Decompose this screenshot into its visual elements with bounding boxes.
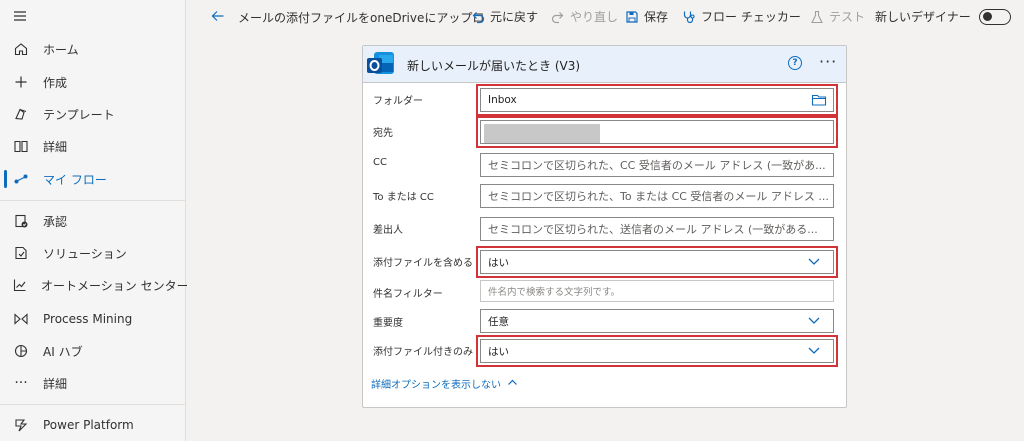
nav-label: 詳細 (43, 376, 68, 391)
nav-label: Power Platform (43, 418, 134, 432)
nav-item-solutions[interactable]: ソリューション (0, 238, 186, 268)
designer-toolbar: メールの添付ファイルをoneDriveにアップロ 元に戻す やり直し 保存 フロ… (187, 0, 1024, 32)
outlook-icon (365, 49, 397, 79)
trigger-card: 新しいメールが届いたとき (V3) ? ··· フォルダー Inbox 宛先 C… (362, 45, 847, 408)
field-label-from: 差出人 (373, 225, 403, 236)
field-label-importance: 重要度 (373, 318, 403, 329)
nav-item-process-mining[interactable]: Process Mining (0, 304, 186, 334)
field-label-to: 宛先 (373, 128, 393, 139)
nav-item-power-platform[interactable]: Power Platform (0, 410, 186, 440)
nav-label: AI ハブ (43, 344, 83, 359)
more-options-icon[interactable]: ··· (819, 52, 837, 71)
redo-icon (550, 9, 566, 25)
nav-item-my-flows[interactable]: マイ フロー (0, 164, 186, 194)
nav-divider (0, 404, 186, 405)
nav-label: マイ フロー (43, 172, 107, 187)
redo-label: やり直し (570, 10, 619, 24)
advanced-link-label: 詳細オプションを表示しない (371, 380, 501, 391)
card-header[interactable]: 新しいメールが届いたとき (V3) ? ··· (363, 46, 846, 83)
subject-filter-field[interactable]: 件名内で検索する文字列です。 (480, 280, 834, 302)
nav-label: オートメーション センター (41, 278, 189, 293)
save-label: 保存 (644, 10, 669, 24)
cc-placeholder: セミコロンで区切られた、CC 受信者のメール アドレス (一致があ... (488, 159, 826, 172)
hide-advanced-options-link[interactable]: 詳細オプションを表示しない (371, 376, 518, 391)
subject-filter-placeholder: 件名内で検索する文字列です。 (488, 287, 621, 298)
nav-label: ホーム (43, 42, 79, 57)
highlight-box (476, 116, 838, 148)
nav-label: 承認 (43, 214, 68, 229)
process-mining-icon (12, 310, 30, 328)
card-title: 新しいメールが届いたとき (V3) (407, 59, 581, 73)
field-label-cc: CC (373, 157, 387, 168)
importance-value: 任意 (488, 315, 509, 328)
active-indicator (4, 170, 7, 188)
save-icon (624, 9, 640, 25)
save-button[interactable]: 保存 (624, 8, 668, 25)
undo-icon (470, 9, 486, 25)
flow-name[interactable]: メールの添付ファイルをoneDriveにアップロ (238, 9, 484, 26)
to-or-cc-field[interactable]: セミコロンで区切られた、To または CC 受信者のメール アドレス ... (480, 184, 834, 208)
test-button[interactable]: テスト (809, 8, 865, 25)
redo-button[interactable]: やり直し (550, 8, 618, 25)
test-label: テスト (829, 10, 866, 24)
nav-label: 作成 (43, 75, 68, 90)
nav-item-create[interactable]: 作成 (0, 67, 186, 97)
flow-checker-label: フロー チェッカー (701, 10, 801, 24)
highlight-box (476, 84, 838, 116)
from-field[interactable]: セミコロンで区切られた、送信者のメール アドレス (一致がある... (480, 217, 834, 241)
help-icon[interactable]: ? (788, 56, 802, 70)
nav-item-approvals[interactable]: 承認 (0, 206, 186, 236)
field-label-folder: フォルダー (373, 96, 423, 107)
chevron-up-icon (507, 377, 518, 391)
from-placeholder: セミコロンで区切られた、送信者のメール アドレス (一致がある... (488, 223, 818, 236)
nav-item-learn[interactable]: 詳細 (0, 131, 186, 161)
undo-label: 元に戻す (490, 10, 539, 24)
nav-label: Process Mining (43, 312, 133, 326)
toggle-switch[interactable] (978, 8, 1011, 25)
approvals-icon (12, 212, 30, 230)
nav-item-templates[interactable]: テンプレート (0, 99, 186, 129)
ai-hub-icon (12, 342, 30, 360)
flow-icon (12, 170, 30, 188)
nav-label: テンプレート (43, 107, 115, 122)
more-horizontal-icon: ··· (14, 375, 28, 391)
nav-item-automation-center[interactable]: オートメーション センター (0, 270, 189, 300)
stethoscope-icon (681, 9, 697, 25)
flask-icon (809, 9, 825, 25)
back-button[interactable] (210, 8, 230, 24)
field-label-subject-filter: 件名フィルター (373, 289, 443, 300)
chart-line-icon (12, 276, 28, 294)
nav-item-more[interactable]: ··· 詳細 (0, 368, 186, 398)
highlight-box (476, 246, 838, 278)
solutions-icon (12, 244, 30, 262)
field-label-to-or-cc: To または CC (373, 192, 434, 203)
cc-field[interactable]: セミコロンで区切られた、CC 受信者のメール アドレス (一致があ... (480, 153, 834, 177)
hamburger-menu-icon[interactable] (12, 8, 28, 24)
nav-label: ソリューション (43, 246, 127, 261)
nav-item-ai-hub[interactable]: AI ハブ (0, 336, 186, 366)
importance-dropdown[interactable]: 任意 (480, 309, 834, 333)
highlight-box (476, 335, 838, 367)
book-icon (12, 137, 30, 155)
toggle-knob (982, 11, 992, 21)
flow-checker-button[interactable]: フロー チェッカー (681, 8, 801, 25)
home-icon (12, 40, 30, 58)
to-or-cc-placeholder: セミコロンで区切られた、To または CC 受信者のメール アドレス ... (488, 190, 829, 203)
nav-item-home[interactable]: ホーム (0, 34, 186, 64)
plus-icon (12, 73, 30, 91)
left-nav: ホーム 作成 テンプレート 詳細 マイ フロー 承認 ソリューション オートメー… (0, 0, 189, 441)
new-designer-toggle[interactable]: 新しいデザイナー (875, 8, 1011, 25)
templates-icon (12, 105, 30, 123)
chevron-down-icon (807, 313, 821, 331)
new-designer-label: 新しいデザイナー (875, 10, 971, 24)
nav-divider (0, 200, 186, 201)
nav-label: 詳細 (43, 139, 68, 154)
field-label-only-with-attachments: 添付ファイル付きのみ (373, 347, 473, 358)
power-platform-icon (12, 416, 30, 434)
arrow-left-icon (210, 8, 226, 24)
undo-button[interactable]: 元に戻す (470, 8, 538, 25)
field-label-include-attachments: 添付ファイルを含める (373, 258, 473, 269)
